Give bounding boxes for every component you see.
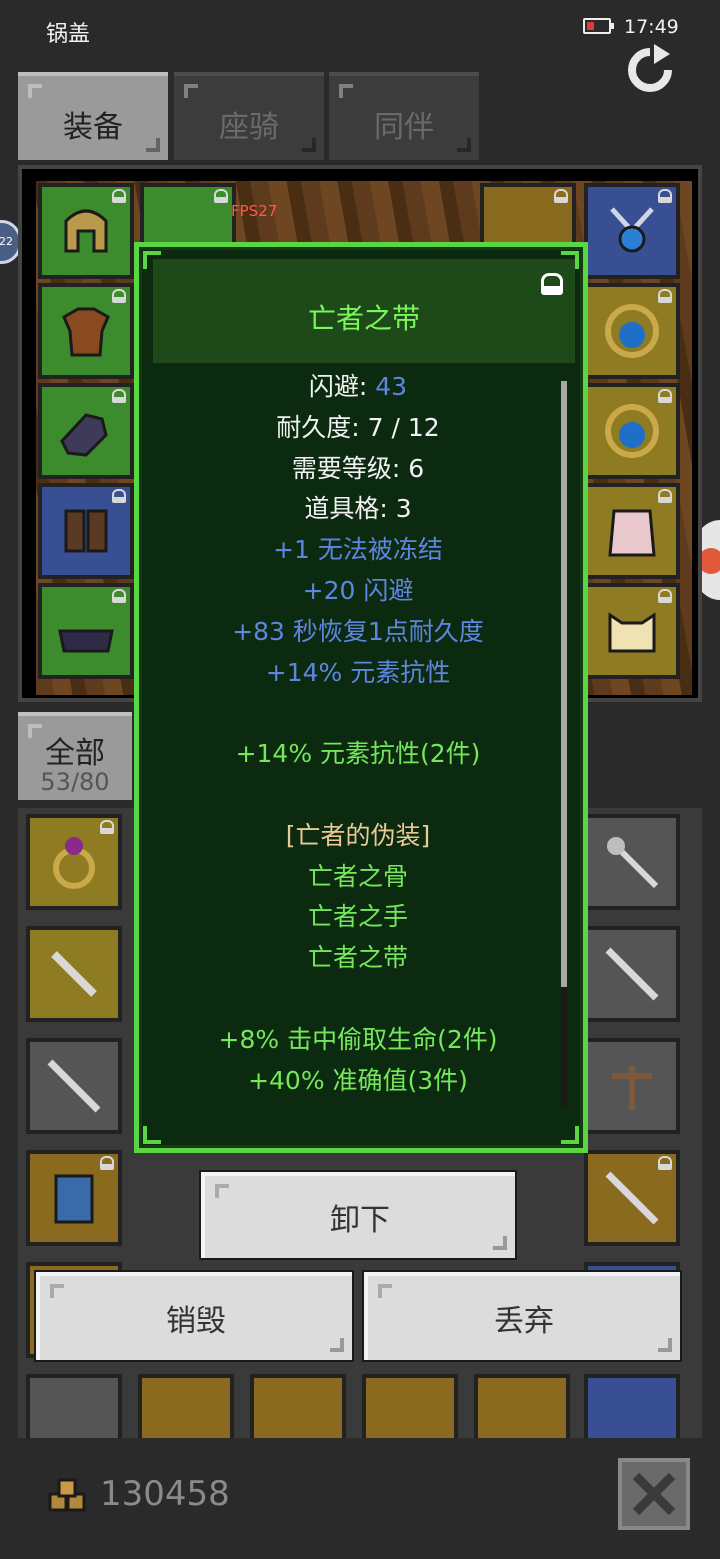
bonus-line: +83 秒恢复1点耐久度 — [232, 616, 484, 646]
set-name: [亡者的伪装] — [285, 820, 431, 850]
inventory-slot[interactable] — [26, 1374, 122, 1438]
equip-slot-pet[interactable] — [584, 583, 680, 679]
tab-equipment-label: 装备 — [63, 110, 123, 145]
armor-icon — [62, 307, 110, 357]
inventory-slot[interactable] — [26, 814, 122, 910]
ring-icon — [605, 304, 659, 358]
crossbow-icon — [612, 1066, 652, 1110]
stat-required-level: 需要等级: 6 — [291, 453, 425, 483]
dagger-icon — [51, 951, 97, 997]
tab-companion-label: 同伴 — [374, 110, 434, 145]
tooltip-body[interactable]: 闪避: 43 耐久度: 7 / 12 需要等级: 6 道具格: 3 +1 无法被… — [153, 367, 563, 1121]
tab-equipment[interactable]: 装备 — [18, 72, 168, 160]
stat-item-slots: 道具格: 3 — [304, 494, 412, 524]
item-tooltip: 亡者之带 闪避: 43 耐久度: 7 / 12 需要等级: 6 道具格: 3 +… — [134, 242, 588, 1153]
mace-icon — [607, 837, 659, 889]
lock-icon — [554, 189, 568, 203]
gold-count: 130458 — [100, 1474, 230, 1514]
category-all-tab[interactable]: 全部 53/80 — [18, 712, 132, 800]
drop-button[interactable]: 丢弃 — [364, 1272, 680, 1360]
status-bar: 锅盖 17:49 — [0, 0, 720, 92]
helmet-icon — [64, 209, 108, 253]
equip-slot-ring-2[interactable] — [584, 383, 680, 479]
equip-slot-ring-1[interactable] — [584, 283, 680, 379]
ring-icon — [605, 404, 659, 458]
inventory-slot[interactable] — [138, 1374, 234, 1438]
clock: 17:49 — [624, 16, 679, 38]
boots-icon — [64, 509, 108, 553]
set-item: 亡者之带 — [307, 943, 408, 973]
stat-dodge: 闪避: 43 — [308, 372, 408, 401]
inventory-count: 53/80 — [40, 768, 110, 796]
bonus-line: +1 无法被冻结 — [273, 535, 443, 565]
category-label: 全部 — [45, 736, 105, 771]
set-bonus-line: +40% 准确值(3件) — [248, 1065, 468, 1095]
tooltip-scrollbar[interactable] — [561, 381, 567, 989]
bonus-line: +14% 元素抗性 — [265, 657, 451, 687]
set-bonus-line: +8% 击中偷取生命(2件) — [218, 1024, 498, 1054]
fps-counter: FPS27 — [231, 202, 278, 220]
ring-icon — [53, 837, 95, 889]
bonus-line: +20 闪避 — [302, 575, 414, 605]
gold-coins-icon — [48, 1478, 86, 1512]
inventory-slot[interactable] — [26, 1038, 122, 1134]
inventory-slot[interactable] — [474, 1374, 570, 1438]
inventory-slot[interactable] — [584, 814, 680, 910]
lock-icon — [214, 189, 228, 203]
amulet-icon — [610, 207, 654, 253]
tab-mount[interactable]: 座骑 — [174, 72, 324, 160]
belt-icon — [58, 629, 114, 653]
cape-icon — [608, 509, 656, 557]
lock-toggle-icon[interactable] — [541, 273, 563, 295]
close-button[interactable] — [618, 1458, 690, 1530]
equip-slot-armor[interactable] — [38, 283, 134, 379]
sword-icon — [605, 1171, 659, 1225]
equip-slot-gloves[interactable] — [38, 383, 134, 479]
app-name: 锅盖 — [46, 22, 91, 47]
unequip-button[interactable]: 卸下 — [201, 1172, 515, 1258]
inventory-slot[interactable] — [584, 1038, 680, 1134]
equip-slot-helmet[interactable] — [38, 183, 134, 279]
destroy-button[interactable]: 销毁 — [36, 1272, 352, 1360]
sword-icon — [47, 1059, 101, 1113]
item-name: 亡者之带 — [307, 302, 420, 335]
set-item: 亡者之手 — [307, 902, 408, 932]
inventory-slot[interactable] — [26, 926, 122, 1022]
destroy-label: 销毁 — [166, 1304, 226, 1339]
stat-durability: 耐久度: 7 / 12 — [276, 412, 440, 442]
equip-slot-boots[interactable] — [38, 483, 134, 579]
gloves-icon — [60, 413, 108, 457]
equip-slot-belt[interactable] — [38, 583, 134, 679]
tab-mount-label: 座骑 — [219, 110, 279, 145]
inventory-slot[interactable] — [584, 1374, 680, 1438]
inventory-slot[interactable] — [362, 1374, 458, 1438]
equip-slot-amulet[interactable] — [584, 183, 680, 279]
set-item: 亡者之骨 — [307, 861, 408, 891]
inventory-slot[interactable] — [584, 1150, 680, 1246]
inventory-slot[interactable] — [250, 1374, 346, 1438]
scroll-icon — [54, 1174, 94, 1224]
inventory-slot[interactable] — [26, 1150, 122, 1246]
tooltip-header: 亡者之带 — [153, 259, 575, 363]
set-bonus-line: +14% 元素抗性(2件) — [235, 739, 481, 769]
sword-icon — [605, 947, 659, 1001]
battery-icon — [583, 18, 614, 34]
equip-slot-cape[interactable] — [584, 483, 680, 579]
unequip-label: 卸下 — [330, 1203, 390, 1238]
cat-pet-icon — [608, 612, 656, 653]
close-icon — [632, 1472, 676, 1516]
refresh-icon[interactable] — [624, 44, 676, 96]
inventory-slot[interactable] — [584, 926, 680, 1022]
tooltip-scroll-track — [561, 987, 567, 1107]
tab-companion[interactable]: 同伴 — [329, 72, 479, 160]
drop-label: 丢弃 — [494, 1304, 554, 1339]
